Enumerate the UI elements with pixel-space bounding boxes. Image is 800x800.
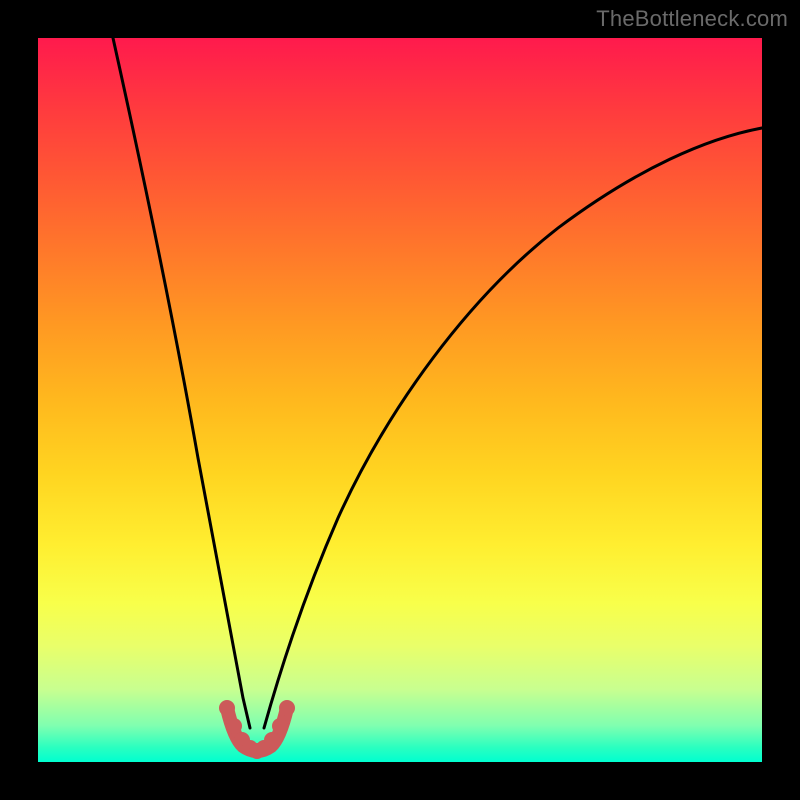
curve-svg	[38, 38, 762, 762]
plot-area	[38, 38, 762, 762]
outer-frame: TheBottleneck.com	[0, 0, 800, 800]
left-branch-path	[113, 38, 250, 728]
bottom-dots	[219, 700, 295, 759]
watermark-text: TheBottleneck.com	[596, 6, 788, 32]
curve-group	[113, 38, 762, 759]
right-branch-path	[264, 128, 762, 728]
